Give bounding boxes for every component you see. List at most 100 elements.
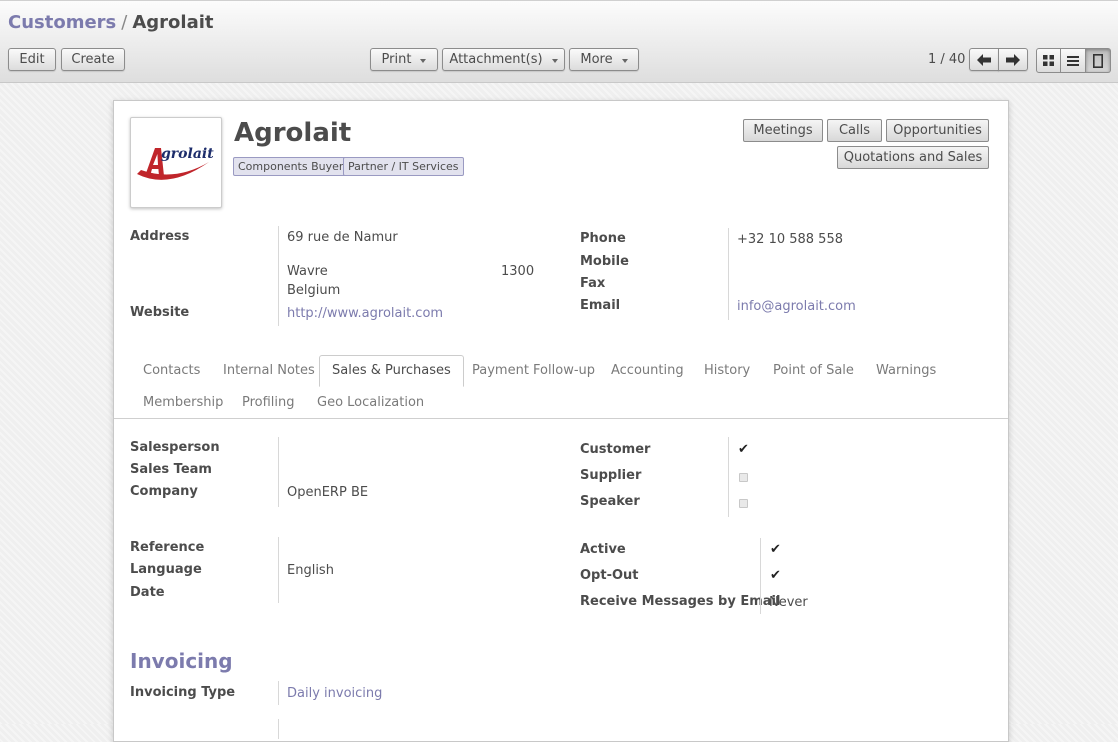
pager-value: 1 / 40 — [928, 52, 966, 67]
view-switcher — [1036, 48, 1112, 73]
opportunities-label: Opportunities — [893, 123, 982, 138]
fax-label: Fax — [580, 276, 606, 291]
tab-warnings[interactable]: Warnings — [876, 363, 936, 378]
tab-membership[interactable]: Membership — [143, 395, 223, 410]
invoicing-type-label: Invoicing Type — [130, 685, 236, 700]
sales-team-label: Sales Team — [130, 462, 212, 477]
speaker-checkbox[interactable] — [739, 499, 748, 508]
list-view-button[interactable] — [1061, 48, 1086, 73]
next-record-button[interactable] — [998, 48, 1028, 71]
tab-internal-notes[interactable]: Internal Notes — [223, 363, 315, 378]
divider — [278, 537, 279, 603]
active-checkbox-checked-icon[interactable]: ✔ — [770, 542, 781, 557]
previous-record-button[interactable] — [969, 48, 999, 71]
language-value: English — [287, 563, 334, 578]
partner-name: Agrolait — [234, 118, 352, 148]
company-label: Company — [130, 484, 198, 499]
chevron-down-icon — [420, 59, 427, 63]
opt-out-label: Opt-Out — [580, 568, 639, 583]
zip-value: 1300 — [501, 264, 535, 279]
divider — [278, 226, 279, 326]
salesperson-label: Salesperson — [130, 440, 220, 455]
date-label: Date — [130, 585, 165, 600]
invoicing-section-title: Invoicing — [130, 649, 233, 673]
tag-partner-it-services[interactable]: Partner / IT Services — [343, 157, 464, 176]
breadcrumb-separator: / — [121, 12, 128, 33]
website-label: Website — [130, 305, 190, 320]
tab-history[interactable]: History — [704, 363, 750, 378]
breadcrumb: Customers / Agrolait — [8, 12, 214, 33]
kanban-icon — [1043, 55, 1054, 66]
control-panel: Customers / Agrolait Edit Create Print Att… — [0, 0, 1118, 83]
divider — [728, 437, 729, 517]
phone-label: Phone — [580, 231, 626, 246]
print-dropdown[interactable]: Print — [370, 48, 438, 71]
breadcrumb-current: Agrolait — [132, 12, 214, 33]
meetings-button[interactable]: Meetings — [743, 119, 823, 142]
city-value: Wavre — [287, 264, 328, 279]
attachments-label: Attachment(s) — [449, 52, 543, 67]
supplier-label: Supplier — [580, 468, 642, 483]
invoicing-type-link[interactable]: Daily invoicing — [287, 686, 382, 701]
divider — [728, 228, 729, 320]
divider — [278, 681, 279, 705]
website-link[interactable]: http://www.agrolait.com — [287, 306, 443, 321]
language-label: Language — [130, 562, 202, 577]
tab-accounting[interactable]: Accounting — [611, 363, 684, 378]
chevron-down-icon — [551, 59, 558, 63]
phone-value: +32 10 588 558 — [737, 232, 843, 247]
divider — [278, 437, 279, 507]
receive-messages-value[interactable]: Never — [769, 595, 808, 610]
opportunities-button[interactable]: Opportunities — [886, 119, 989, 142]
chevron-down-icon — [621, 59, 628, 63]
tab-geo-localization[interactable]: Geo Localization — [317, 395, 424, 410]
breadcrumb-customers-link[interactable]: Customers — [8, 12, 116, 33]
more-label: More — [580, 52, 613, 67]
svg-text:grolait: grolait — [161, 146, 214, 162]
address-label: Address — [130, 229, 190, 244]
meetings-label: Meetings — [753, 123, 813, 138]
quotations-and-sales-button[interactable]: Quotations and Sales — [837, 146, 989, 169]
edit-button-label: Edit — [19, 52, 45, 67]
create-button-label: Create — [71, 52, 115, 67]
divider — [278, 719, 279, 739]
opt-out-checkbox-checked-icon[interactable]: ✔ — [770, 568, 781, 583]
street-value: 69 rue de Namur — [287, 230, 398, 245]
email-link[interactable]: info@agrolait.com — [737, 299, 856, 314]
tab-contacts[interactable]: Contacts — [143, 363, 200, 378]
edit-button[interactable]: Edit — [8, 48, 56, 71]
tab-bar-divider — [114, 418, 1008, 419]
supplier-checkbox[interactable] — [739, 473, 748, 482]
tab-point-of-sale[interactable]: Point of Sale — [773, 363, 854, 378]
form-sheet: grolait Agrolait Components Buyer Partne… — [113, 100, 1009, 742]
reference-label: Reference — [130, 540, 205, 555]
country-value: Belgium — [287, 283, 341, 298]
tab-profiling[interactable]: Profiling — [242, 395, 295, 410]
agrolait-logo-image: grolait — [137, 146, 214, 180]
customer-checkbox-checked-icon[interactable]: ✔ — [738, 442, 749, 457]
more-dropdown[interactable]: More — [569, 48, 639, 71]
calls-button[interactable]: Calls — [827, 119, 882, 142]
tab-payment-follow-up[interactable]: Payment Follow-up — [472, 363, 595, 378]
tab-sales-purchases[interactable]: Sales & Purchases — [319, 355, 464, 387]
calls-label: Calls — [838, 123, 871, 138]
tag-components-buyer[interactable]: Components Buyer — [233, 157, 349, 176]
divider — [760, 538, 761, 614]
quotations-label: Quotations and Sales — [843, 150, 983, 165]
arrow-right-icon — [1006, 53, 1020, 66]
arrow-left-icon — [977, 53, 991, 66]
create-button[interactable]: Create — [61, 48, 125, 71]
attachments-dropdown[interactable]: Attachment(s) — [442, 48, 565, 71]
email-label: Email — [580, 298, 621, 313]
speaker-label: Speaker — [580, 494, 640, 509]
print-label: Print — [381, 52, 412, 67]
list-icon — [1067, 55, 1079, 66]
receive-messages-label: Receive Messages by Email — [580, 594, 781, 609]
active-label: Active — [580, 542, 626, 557]
customer-label: Customer — [580, 442, 651, 457]
company-value: OpenERP BE — [287, 485, 369, 500]
partner-logo: grolait — [130, 117, 222, 208]
kanban-view-button[interactable] — [1036, 48, 1061, 73]
form-icon — [1093, 53, 1103, 68]
form-view-button[interactable] — [1086, 48, 1111, 73]
